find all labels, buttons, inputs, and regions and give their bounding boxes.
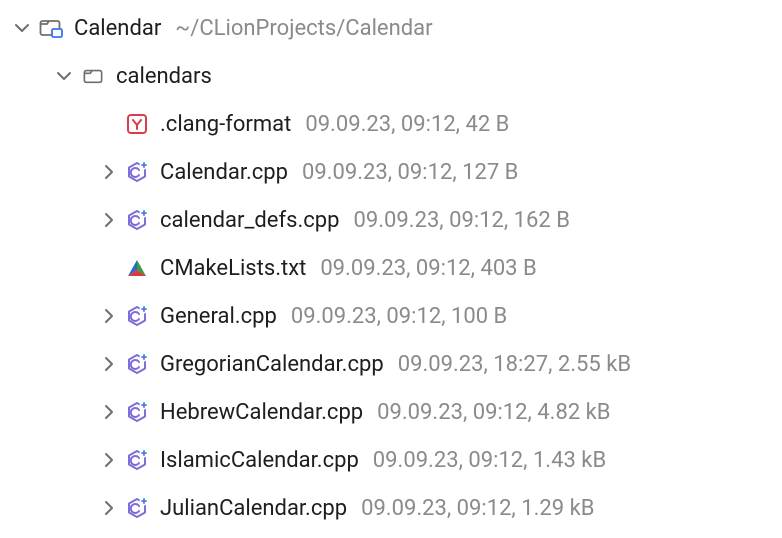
file-meta: 09.09.23, 09:12, 4.82 kB: [377, 400, 610, 425]
file-name: calendar_defs.cpp: [160, 208, 340, 233]
file-meta: 09.09.23, 09:12, 1.29 kB: [361, 496, 594, 521]
tree-file[interactable]: Calendar.cpp 09.09.23, 09:12, 127 B: [0, 148, 782, 196]
cpp-file-icon: [122, 401, 152, 423]
file-name: GregorianCalendar.cpp: [160, 352, 384, 377]
tree-file[interactable]: IslamicCalendar.cpp 09.09.23, 09:12, 1.43…: [0, 436, 782, 484]
tree-file[interactable]: calendar_defs.cpp 09.09.23, 09:12, 162 B: [0, 196, 782, 244]
project-path: ~/CLionProjects/Calendar: [175, 16, 432, 41]
tree-file[interactable]: CMakeLists.txt 09.09.23, 09:12, 403 B: [0, 244, 782, 292]
file-name: HebrewCalendar.cpp: [160, 400, 363, 425]
chevron-right-icon[interactable]: [94, 356, 122, 372]
tree-file[interactable]: HebrewCalendar.cpp 09.09.23, 09:12, 4.82 …: [0, 388, 782, 436]
file-meta: 09.09.23, 09:12, 162 B: [354, 208, 570, 233]
project-name: Calendar: [74, 16, 161, 41]
file-meta: 09.09.23, 09:12, 127 B: [302, 160, 518, 185]
chevron-right-icon[interactable]: [94, 452, 122, 468]
chevron-right-icon[interactable]: [94, 404, 122, 420]
tree-file[interactable]: General.cpp 09.09.23, 09:12, 100 B: [0, 292, 782, 340]
file-meta: 09.09.23, 09:12, 403 B: [320, 256, 536, 281]
chevron-right-icon[interactable]: [94, 212, 122, 228]
chevron-right-icon[interactable]: [94, 308, 122, 324]
cpp-file-icon: [122, 497, 152, 519]
chevron-right-icon[interactable]: [94, 500, 122, 516]
cpp-file-icon: [122, 305, 152, 327]
folder-icon: [78, 66, 108, 86]
tree-file[interactable]: JulianCalendar.cpp 09.09.23, 09:12, 1.29 …: [0, 484, 782, 532]
file-meta: 09.09.23, 09:12, 100 B: [291, 304, 507, 329]
folder-name: calendars: [116, 64, 212, 89]
file-name: .clang-format: [160, 112, 291, 137]
chevron-down-icon[interactable]: [50, 68, 78, 84]
file-name: IslamicCalendar.cpp: [160, 448, 359, 473]
file-name: General.cpp: [160, 304, 277, 329]
cpp-file-icon: [122, 449, 152, 471]
tree-file[interactable]: GregorianCalendar.cpp 09.09.23, 18:27, 2.…: [0, 340, 782, 388]
yaml-file-icon: [122, 113, 152, 135]
tree-root[interactable]: Calendar ~/CLionProjects/Calendar: [0, 4, 782, 52]
file-meta: 09.09.23, 09:12, 1.43 kB: [373, 448, 606, 473]
project-icon: [36, 17, 66, 39]
cpp-file-icon: [122, 209, 152, 231]
file-name: JulianCalendar.cpp: [160, 496, 347, 521]
file-name: CMakeLists.txt: [160, 256, 306, 281]
cpp-file-icon: [122, 161, 152, 183]
cpp-file-icon: [122, 353, 152, 375]
file-name: Calendar.cpp: [160, 160, 288, 185]
tree-file[interactable]: .clang-format 09.09.23, 09:12, 42 B: [0, 100, 782, 148]
file-meta: 09.09.23, 09:12, 42 B: [305, 112, 509, 137]
file-meta: 09.09.23, 18:27, 2.55 kB: [398, 352, 631, 377]
cmake-file-icon: [122, 257, 152, 279]
tree-folder-calendars[interactable]: calendars: [0, 52, 782, 100]
chevron-right-icon[interactable]: [94, 164, 122, 180]
chevron-down-icon[interactable]: [8, 20, 36, 36]
